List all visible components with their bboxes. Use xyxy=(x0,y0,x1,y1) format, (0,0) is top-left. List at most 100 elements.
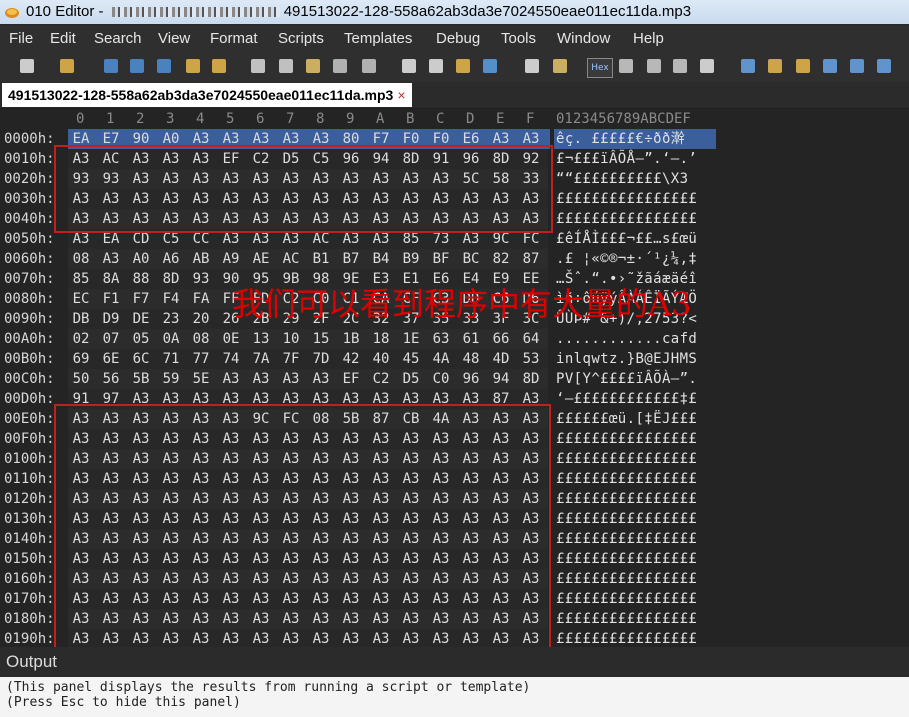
menu-debug[interactable]: Debug xyxy=(436,26,480,52)
hex-byte[interactable]: A3 xyxy=(221,369,241,389)
hex-byte[interactable]: 1B xyxy=(341,329,361,349)
replace-icon[interactable] xyxy=(427,57,445,75)
hex-byte[interactable]: FA xyxy=(191,289,211,309)
byte-grouping-icon[interactable] xyxy=(617,57,635,75)
copy-folder-icon[interactable] xyxy=(210,57,228,75)
hex-byte[interactable]: F1 xyxy=(101,289,121,309)
hex-byte[interactable]: BC xyxy=(461,249,481,269)
menu-window[interactable]: Window xyxy=(557,26,610,52)
hex-byte[interactable]: A9 xyxy=(221,249,241,269)
hex-byte[interactable]: EF xyxy=(341,369,361,389)
ascii-text[interactable]: ££££££œü.[‡ËJ£££ xyxy=(556,409,697,429)
hex-byte[interactable]: 74 xyxy=(221,349,241,369)
hex-byte[interactable]: 93 xyxy=(191,269,211,289)
hex-byte[interactable]: A6 xyxy=(161,249,181,269)
hex-byte[interactable]: 53 xyxy=(521,349,541,369)
open-folder-icon[interactable] xyxy=(184,57,202,75)
ascii-text[interactable]: êç. £££££€÷ðð澣 xyxy=(556,129,685,149)
hex-byte[interactable]: A0 xyxy=(131,249,151,269)
hex-row[interactable]: 00A0h: 02 07 05 0A 08 0E 13 10 15 1B 18 1E 63 61 66 64..… xyxy=(0,329,909,349)
find-in-files-icon[interactable] xyxy=(454,57,472,75)
ascii-text[interactable]: £¬£££ïÂÕÅ–”.‘–.’ xyxy=(556,149,697,169)
hex-byte[interactable]: AB xyxy=(191,249,211,269)
close-icon[interactable]: × xyxy=(397,87,405,103)
paragraph-icon[interactable] xyxy=(645,57,663,75)
hex-byte[interactable]: 56 xyxy=(101,369,121,389)
hex-byte[interactable]: 96 xyxy=(461,369,481,389)
hex-byte[interactable]: 6C xyxy=(131,349,151,369)
ascii-text[interactable]: ££££££££££££££££ xyxy=(556,189,697,209)
hex-byte[interactable]: 23 xyxy=(161,309,181,329)
convert-icon[interactable] xyxy=(794,57,812,75)
hex-byte[interactable]: 4D xyxy=(491,349,511,369)
hex-byte[interactable]: 94 xyxy=(491,369,511,389)
ascii-text[interactable]: ............cafd xyxy=(556,329,697,349)
hex-byte[interactable]: A3 xyxy=(251,369,271,389)
compare-icon[interactable] xyxy=(523,57,541,75)
hex-byte[interactable]: 7A xyxy=(251,349,271,369)
ascii-text[interactable]: £êÍÅÌ£££¬££…s£œü xyxy=(556,229,697,249)
hex-byte[interactable]: D5 xyxy=(401,369,421,389)
hex-byte[interactable]: 8D xyxy=(521,369,541,389)
hex-byte[interactable]: 48 xyxy=(461,349,481,369)
hex-byte[interactable]: 20 xyxy=(191,309,211,329)
hex-row[interactable]: 00C0h: 50 56 5B 59 5E A3 A3 A3 A3 EF C2 D5 C0 96 94 8D PV… xyxy=(0,369,909,389)
hex-byte[interactable]: 0A xyxy=(161,329,181,349)
ascii-text[interactable]: ££££££££££££££££ xyxy=(556,209,697,229)
hex-byte[interactable]: 63 xyxy=(431,329,451,349)
hex-byte[interactable]: F4 xyxy=(161,289,181,309)
open-file-icon[interactable] xyxy=(58,57,76,75)
inspector-icon[interactable] xyxy=(766,57,784,75)
hex-byte[interactable]: 8A xyxy=(101,269,121,289)
menu-file[interactable]: File xyxy=(9,26,33,52)
ascii-text[interactable]: ££££££££££££££££ xyxy=(556,469,697,489)
highlight-icon[interactable] xyxy=(698,57,716,75)
hex-byte[interactable]: 42 xyxy=(341,349,361,369)
hex-byte[interactable]: 08 xyxy=(191,329,211,349)
hex-byte[interactable]: 45 xyxy=(401,349,421,369)
hex-byte[interactable]: 18 xyxy=(371,329,391,349)
menu-search[interactable]: Search xyxy=(94,26,142,52)
goto-icon[interactable] xyxy=(481,57,499,75)
ascii-text[interactable]: ££££££££££££££££ xyxy=(556,589,697,609)
copy-icon[interactable] xyxy=(277,57,295,75)
hex-byte[interactable]: 6E xyxy=(101,349,121,369)
hex-byte[interactable]: D9 xyxy=(101,309,121,329)
ascii-text[interactable]: inlqwtz.}B@EJHMS xyxy=(556,349,697,369)
hex-byte[interactable]: 69 xyxy=(71,349,91,369)
hex-byte[interactable]: 87 xyxy=(521,249,541,269)
hex-byte[interactable]: 59 xyxy=(161,369,181,389)
cut-icon[interactable] xyxy=(249,57,267,75)
hex-byte[interactable]: 5B xyxy=(131,369,151,389)
hex-byte[interactable]: 85 xyxy=(71,269,91,289)
save-as-icon[interactable] xyxy=(128,57,146,75)
settings-icon[interactable] xyxy=(875,57,893,75)
hex-byte[interactable]: 64 xyxy=(521,329,541,349)
hex-byte[interactable]: 10 xyxy=(281,329,301,349)
hex-byte[interactable]: A3 xyxy=(281,369,301,389)
hex-byte[interactable]: B7 xyxy=(341,249,361,269)
hex-byte[interactable]: 15 xyxy=(311,329,331,349)
hex-byte[interactable]: B1 xyxy=(311,249,331,269)
hex-byte[interactable]: 1E xyxy=(401,329,421,349)
hex-byte[interactable]: 40 xyxy=(371,349,391,369)
hex-byte[interactable]: 8D xyxy=(161,269,181,289)
hex-byte[interactable]: 13 xyxy=(251,329,271,349)
hex-row[interactable]: 0060h: 08 A3 A0 A6 AB A9 AE AC B1 B7 B4 B9 BF BC 82 87 .£… xyxy=(0,249,909,269)
hex-byte[interactable]: 7F xyxy=(281,349,301,369)
hex-byte[interactable]: DB xyxy=(71,309,91,329)
text-mode-icon[interactable] xyxy=(551,57,569,75)
hex-byte[interactable]: 5E xyxy=(191,369,211,389)
ascii-text[interactable]: ££££££££££££££££ xyxy=(556,629,697,649)
hex-byte[interactable]: DE xyxy=(131,309,151,329)
new-file-icon[interactable] xyxy=(18,57,36,75)
hex-byte[interactable]: B4 xyxy=(371,249,391,269)
hex-byte[interactable]: EC xyxy=(71,289,91,309)
hex-byte[interactable]: C2 xyxy=(371,369,391,389)
ascii-text[interactable]: ££££££££££££££££ xyxy=(556,609,697,629)
hex-byte[interactable]: 66 xyxy=(491,329,511,349)
menu-scripts[interactable]: Scripts xyxy=(278,26,324,52)
hex-byte[interactable]: 4A xyxy=(431,349,451,369)
menu-help[interactable]: Help xyxy=(633,26,664,52)
menu-templates[interactable]: Templates xyxy=(344,26,412,52)
